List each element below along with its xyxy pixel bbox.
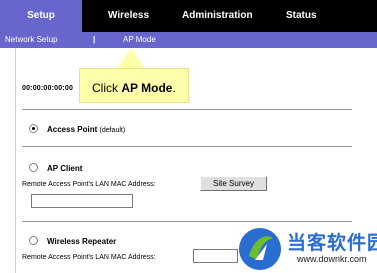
- tab-administration[interactable]: Administration: [182, 0, 253, 32]
- ap-client-mac-label: Remote Access Point's LAN MAC Address:: [22, 181, 156, 188]
- callout-emphasis: AP Mode: [121, 81, 173, 95]
- callout-suffix: .: [172, 81, 176, 95]
- watermark-url: www.downkr.com: [297, 254, 367, 264]
- watermark-title: 当客软件园: [287, 233, 377, 254]
- ap-client-mac-input[interactable]: [31, 194, 133, 208]
- sub-navigation: Network Setup | AP Mode: [0, 32, 377, 48]
- section-divider: [22, 221, 352, 222]
- watermark-logo-icon: [239, 228, 281, 270]
- tab-status[interactable]: Status: [286, 0, 317, 32]
- subtab-divider: |: [93, 35, 96, 44]
- callout-pointer: [117, 48, 145, 69]
- sidebar-divider: [15, 48, 16, 273]
- section-divider: [22, 146, 352, 147]
- main-navigation: Setup Wireless Administration Status: [0, 0, 377, 32]
- access-point-label: Access Point (default): [47, 125, 125, 134]
- site-watermark: 当客软件园 www.downkr.com: [237, 226, 377, 273]
- callout-prefix: Click: [92, 81, 122, 95]
- subtab-ap-mode[interactable]: AP Mode: [123, 32, 156, 48]
- subtab-network-setup[interactable]: Network Setup: [5, 32, 57, 48]
- access-point-default-note: (default): [99, 127, 126, 134]
- tab-wireless[interactable]: Wireless: [108, 0, 149, 32]
- wireless-repeater-mac-input[interactable]: [193, 249, 238, 263]
- callout-text: Click AP Mode.: [92, 81, 176, 95]
- section-divider: [22, 109, 352, 110]
- wireless-repeater-mac-label: Remote Access Point's LAN MAC Address:: [22, 254, 156, 261]
- wireless-repeater-radio[interactable]: [29, 236, 38, 245]
- wireless-repeater-label: Wireless Repeater: [47, 237, 117, 246]
- access-point-radio[interactable]: [29, 124, 38, 133]
- mac-address-readout: 00:00:00:00:00: [22, 85, 74, 92]
- site-survey-button[interactable]: Site Survey: [200, 176, 267, 191]
- ap-client-label: AP Client: [47, 164, 83, 173]
- ap-client-radio[interactable]: [29, 163, 38, 172]
- access-point-label-text: Access Point: [47, 125, 98, 134]
- tab-setup[interactable]: Setup: [0, 0, 82, 32]
